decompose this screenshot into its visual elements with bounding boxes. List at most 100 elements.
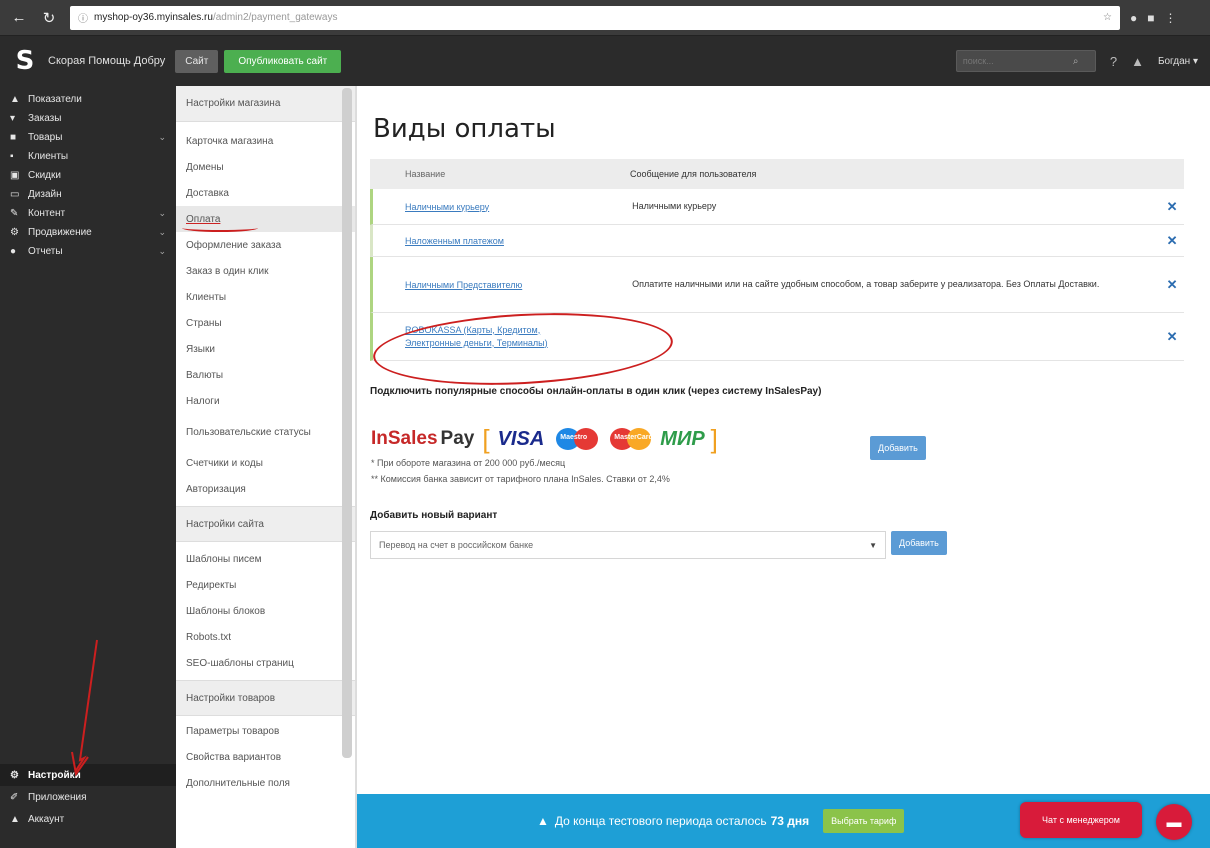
dropdown-arrow-icon: ▼: [869, 540, 877, 550]
trial-text: До конца тестового периода осталось: [554, 814, 767, 828]
submenu-item[interactable]: Страны: [176, 310, 355, 336]
submenu-item[interactable]: SEO-шаблоны страниц: [176, 650, 355, 676]
box-icon: ■: [10, 132, 17, 143]
submenu-item[interactable]: Редиректы: [176, 572, 355, 598]
insalespay-note: Подключить популярные способы онлайн-опл…: [370, 386, 822, 397]
gear-icon: ⚙: [10, 227, 19, 238]
payment-name[interactable]: Наличными курьеру: [373, 202, 632, 212]
gift-icon: ▣: [10, 170, 20, 181]
user-menu[interactable]: Богдан ▾: [1158, 56, 1198, 67]
sidebar-item-dashboard[interactable]: ▲ Показатели: [0, 90, 176, 109]
search-box: ⌕: [955, 50, 1096, 72]
delete-icon[interactable]: ✕: [1160, 329, 1184, 345]
help-icon[interactable]: ?: [1110, 54, 1117, 69]
bracket-right: ]: [710, 423, 718, 454]
sidebar-item-design[interactable]: ▭ Дизайн: [0, 185, 176, 204]
bracket-left: [: [482, 423, 490, 454]
mir-logo: МИР: [660, 427, 705, 450]
star-icon[interactable]: ☆: [1103, 12, 1112, 23]
chevron-down-icon: ⌄: [158, 246, 166, 256]
submenu-item[interactable]: Налоги: [176, 388, 355, 414]
submenu-header-store[interactable]: Настройки магазина: [176, 86, 355, 122]
sidebar-item-account[interactable]: ▲ Аккаунт: [0, 808, 176, 830]
publish-site-button[interactable]: Опубликовать сайт: [224, 49, 342, 73]
sidebar: ▲ Показатели ▾ Заказы ■ Товары ⌄ ▪ Клиенты ▣ С…: [0, 86, 176, 848]
payment-type-select[interactable]: Перевод на счет в российском банке ▼: [370, 531, 886, 559]
footnote: * При обороте магазина от 200 000 руб./м…: [371, 458, 566, 468]
delete-icon[interactable]: ✕: [1160, 199, 1184, 215]
submenu-scrollbar[interactable]: [342, 88, 352, 758]
add-insalespay-button[interactable]: Добавить: [870, 436, 926, 460]
sidebar-item-reports[interactable]: ● Отчеты ⌄: [0, 242, 176, 261]
extension-icon[interactable]: ■: [1147, 11, 1154, 25]
annotation-underline: [182, 224, 258, 232]
submenu-item[interactable]: Заказ в один клик: [176, 258, 355, 284]
page-title: Виды оплаты: [373, 114, 556, 144]
sidebar-item-settings[interactable]: ⚙ Настройки: [0, 764, 176, 786]
choose-tariff-button[interactable]: Выбрать тариф: [823, 809, 905, 833]
sidebar-item-content[interactable]: ✎ Контент ⌄: [0, 204, 176, 223]
table-row: Наличными курьеру Наличными курьеру ✕: [370, 189, 1184, 225]
submenu-item[interactable]: Шаблоны писем: [176, 546, 355, 572]
payment-name[interactable]: Наложенным платежом: [373, 236, 632, 246]
submenu-item[interactable]: Дополнительные поля: [176, 770, 355, 796]
settings-submenu: Настройки магазина Карточка магазина Дом…: [176, 86, 356, 848]
search-input[interactable]: [962, 56, 1073, 66]
chevron-down-icon: ⌄: [158, 208, 166, 218]
table-header: Название Сообщение для пользователя: [370, 159, 1184, 189]
trial-days: 73 дня: [770, 814, 810, 828]
user-icon: ▲: [10, 813, 20, 825]
submenu-header-products[interactable]: Настройки товаров: [176, 680, 355, 716]
sidebar-item-apps[interactable]: ✐ Приложения: [0, 786, 176, 808]
insales-logo-icon[interactable]: S: [12, 46, 38, 76]
submenu-item[interactable]: Валюты: [176, 362, 355, 388]
submenu-item[interactable]: Языки: [176, 336, 355, 362]
submenu-item[interactable]: Параметры товаров: [176, 718, 355, 744]
shop-name[interactable]: Скорая Помощь Добру: [48, 55, 165, 67]
extension-icon[interactable]: ●: [1130, 11, 1137, 25]
submenu-item[interactable]: Пользовательские статусы: [176, 414, 355, 450]
chat-with-manager-button[interactable]: Чат с менеджером: [1020, 802, 1142, 838]
maestro-logo-icon: Maestro: [556, 428, 600, 450]
menu-icon[interactable]: ⋮: [1165, 11, 1177, 25]
submenu-header-site[interactable]: Настройки сайта: [176, 506, 355, 542]
column-header-message: Сообщение для пользователя: [630, 168, 757, 179]
search-icon[interactable]: ⌕: [1073, 56, 1079, 67]
submenu-item[interactable]: Свойства вариантов: [176, 744, 355, 770]
submenu-item[interactable]: Клиенты: [176, 284, 355, 310]
submenu-item[interactable]: Авторизация: [176, 476, 355, 502]
submenu-item[interactable]: Доставка: [176, 180, 355, 206]
gear-icon: ⚙: [10, 769, 19, 781]
add-variant-button[interactable]: Добавить: [891, 531, 947, 555]
bell-icon[interactable]: ▲: [1131, 54, 1144, 69]
sidebar-item-products[interactable]: ■ Товары ⌄: [0, 128, 176, 147]
address-bar[interactable]: ⓘ myshop-oy36.myinsales.ru /admin2/payme…: [70, 5, 1120, 30]
sidebar-item-discounts[interactable]: ▣ Скидки: [0, 166, 176, 185]
delete-icon[interactable]: ✕: [1160, 233, 1184, 249]
back-icon[interactable]: ←: [10, 9, 28, 26]
sidebar-item-promotion[interactable]: ⚙ Продвижение ⌄: [0, 223, 176, 242]
insales-logo: InSales: [371, 428, 438, 449]
payment-name[interactable]: Наличными Представителю: [373, 280, 632, 290]
reload-icon[interactable]: ↻: [40, 9, 58, 27]
add-variant-title: Добавить новый вариант: [370, 510, 498, 521]
mastercard-logo-icon: MasterCard: [610, 428, 653, 450]
sidebar-item-orders[interactable]: ▾ Заказы: [0, 109, 176, 128]
chevron-down-icon: ⌄: [158, 227, 166, 237]
table-row: Наличными Представителю Оплатите наличны…: [370, 257, 1184, 313]
submenu-item[interactable]: Домены: [176, 154, 355, 180]
submenu-item[interactable]: Robots.txt: [176, 624, 355, 650]
submenu-item[interactable]: Шаблоны блоков: [176, 598, 355, 624]
column-header-name: Название: [405, 169, 446, 179]
submenu-item[interactable]: Оформление заказа: [176, 232, 355, 258]
table-row: Наложенным платежом ✕: [370, 225, 1184, 257]
submenu-item[interactable]: Счетчики и коды: [176, 450, 355, 476]
picture-icon: ▭: [10, 189, 20, 200]
pay-logo: Pay: [440, 428, 475, 449]
footnote: ** Комиссия банка зависит от тарифного п…: [371, 474, 670, 484]
chat-icon[interactable]: ▬: [1156, 804, 1192, 840]
submenu-item[interactable]: Карточка магазина: [176, 128, 355, 154]
site-button[interactable]: Сайт: [175, 49, 219, 73]
sidebar-item-clients[interactable]: ▪ Клиенты: [0, 147, 176, 166]
delete-icon[interactable]: ✕: [1160, 277, 1184, 293]
